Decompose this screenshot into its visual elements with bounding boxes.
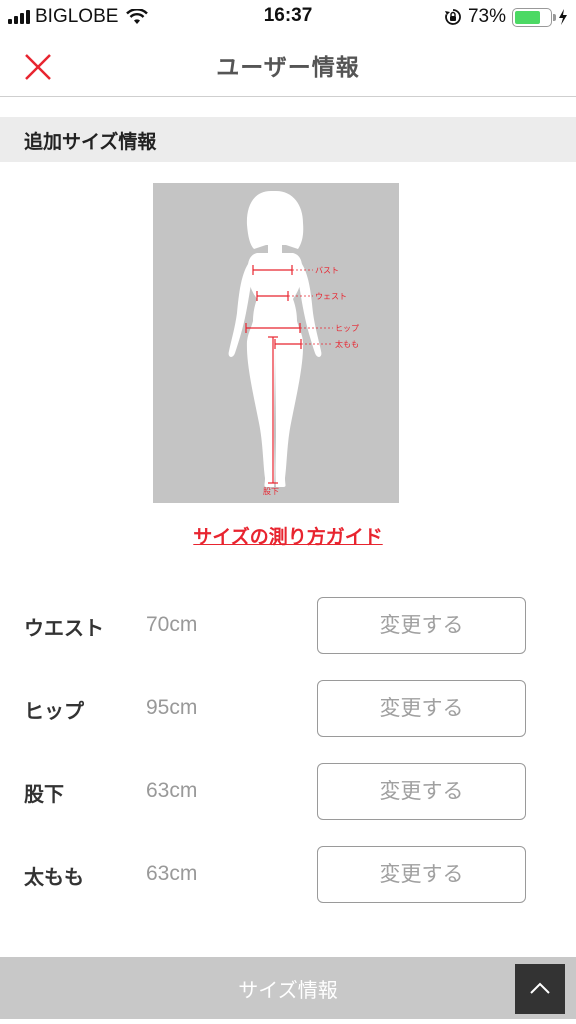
size-value: 70cm (146, 613, 198, 636)
change-hip-button[interactable]: 変更する (317, 680, 526, 737)
size-label: ウエスト (24, 616, 104, 640)
status-right: 73% (444, 6, 568, 28)
size-value: 63cm (146, 862, 198, 885)
size-value: 63cm (146, 779, 198, 802)
nav-bar: ユーザー情報 (0, 34, 576, 97)
thigh-label: 太もも (335, 339, 359, 349)
size-row-thigh: 太もも 63cm 変更する (0, 845, 576, 905)
inseam-label: 股下 (263, 487, 279, 496)
body-measurement-figure: バスト ウェスト ヒップ 太もも 股下 (153, 183, 399, 503)
size-guide-link[interactable]: サイズの測り方ガイド (0, 522, 576, 549)
size-row-waist: ウエスト 70cm 変更する (0, 596, 576, 656)
battery-percent: 73% (467, 6, 506, 27)
status-bar: BIGLOBE 16:37 73% (0, 0, 576, 34)
battery-level (515, 10, 540, 24)
body-silhouette-illustration: バスト ウェスト ヒップ 太もも 股下 (228, 191, 359, 496)
size-row-inseam: 股下 63cm 変更する (0, 762, 576, 822)
section-header: 追加サイズ情報 (0, 117, 576, 162)
waist-label: ウェスト (315, 292, 347, 301)
size-label: 太もも (24, 865, 84, 889)
scroll-top-button[interactable] (515, 964, 565, 1014)
chevron-up-icon (530, 982, 550, 994)
bust-label: バスト (315, 266, 339, 275)
hip-label: ヒップ (335, 324, 359, 333)
size-row-hip: ヒップ 95cm 変更する (0, 679, 576, 739)
size-label: 股下 (24, 782, 64, 806)
rotation-lock-icon (444, 9, 461, 25)
size-value: 95cm (146, 696, 198, 719)
page-title: ユーザー情報 (216, 55, 360, 81)
change-waist-button[interactable]: 変更する (317, 597, 526, 654)
size-info-label: サイズ情報 (238, 978, 338, 1002)
size-label: ヒップ (24, 699, 84, 723)
section-title: 追加サイズ情報 (24, 131, 157, 153)
battery-icon (512, 7, 556, 27)
change-thigh-button[interactable]: 変更する (317, 846, 526, 903)
charging-icon (559, 9, 567, 25)
size-info-button[interactable]: サイズ情報 (0, 957, 576, 1019)
change-inseam-button[interactable]: 変更する (317, 763, 526, 820)
